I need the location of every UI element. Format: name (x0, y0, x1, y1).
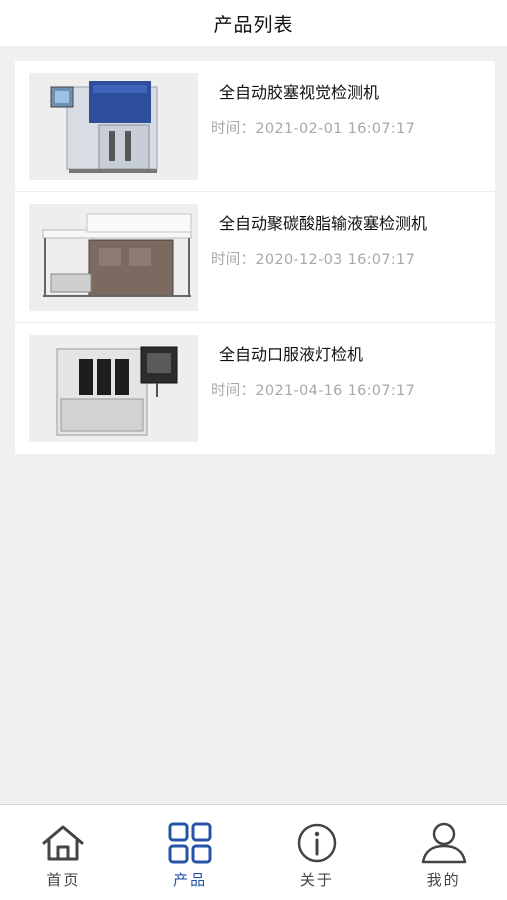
tab-mine[interactable]: 我的 (380, 805, 507, 900)
product-list: 全自动胶塞视觉检测机 时间：2021-02-01 16:07:17 全自动聚碳酸… (15, 61, 495, 454)
tab-home[interactable]: 首页 (0, 805, 127, 900)
info-icon (292, 821, 342, 865)
product-title[interactable]: 全自动胶塞视觉检测机 (219, 79, 379, 103)
user-icon (419, 821, 469, 865)
product-time: 时间：2021-04-16 16:07:17 (211, 383, 416, 399)
product-title[interactable]: 全自动口服液灯检机 (219, 341, 363, 365)
product-time: 时间：2020-12-03 16:07:17 (211, 252, 416, 268)
product-image[interactable] (29, 335, 198, 442)
tab-label: 我的 (426, 871, 461, 889)
tab-label: 关于 (299, 871, 334, 889)
home-icon (38, 821, 88, 865)
bottom-tab-bar: 首页 产品 关于 我的 (0, 804, 507, 900)
page-header: 产品列表 (0, 0, 507, 46)
product-image[interactable] (29, 204, 198, 311)
page-title: 产品列表 (213, 13, 294, 36)
tab-label: 产品 (173, 871, 208, 889)
product-time: 时间：2021-02-01 16:07:17 (211, 121, 416, 137)
product-title[interactable]: 全自动聚碳酸脂输液塞检测机 (219, 210, 427, 234)
grid-icon (165, 821, 215, 865)
product-item[interactable]: 全自动聚碳酸脂输液塞检测机 时间：2020-12-03 16:07:17 (15, 192, 495, 323)
product-item[interactable]: 全自动口服液灯检机 时间：2021-04-16 16:07:17 (15, 323, 495, 454)
product-image[interactable] (29, 73, 198, 180)
tab-about[interactable]: 关于 (254, 805, 381, 900)
tab-label: 首页 (46, 871, 81, 889)
tab-products[interactable]: 产品 (127, 805, 254, 900)
product-item[interactable]: 全自动胶塞视觉检测机 时间：2021-02-01 16:07:17 (15, 61, 495, 192)
